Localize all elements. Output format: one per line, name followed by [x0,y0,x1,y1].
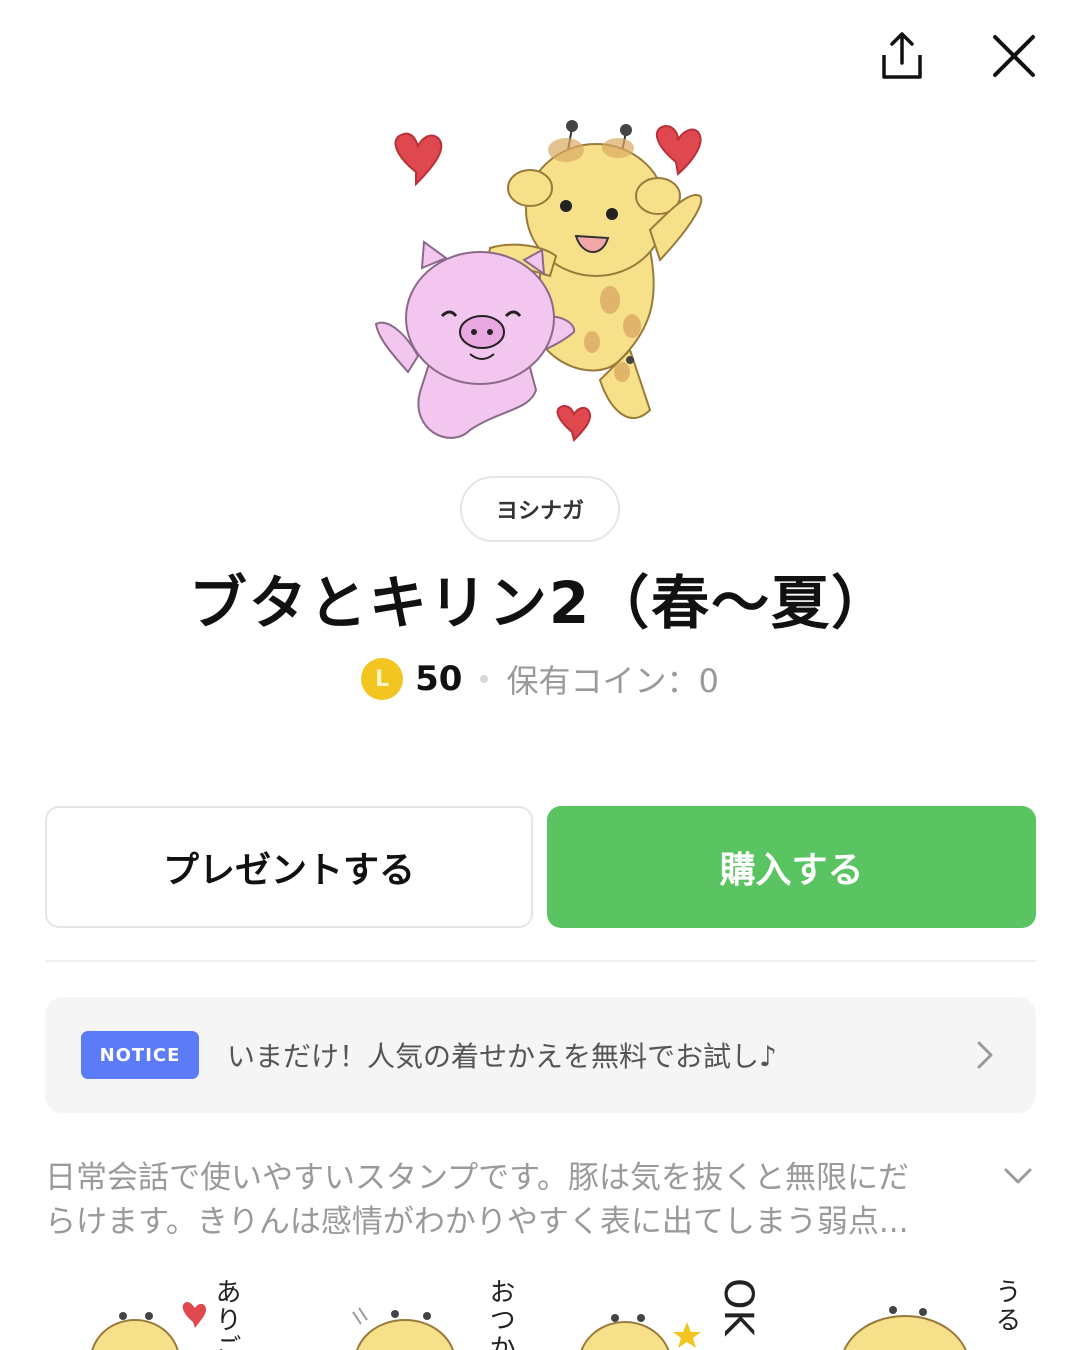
divider [45,960,1036,962]
owned-coins: 保有コイン：0 [506,662,719,700]
sticker-caption: おつか [485,1278,515,1350]
price-value: 50 [415,659,463,699]
author-name: ヨシナガ [495,499,584,524]
notice-text: いまだけ！人気の着せかえを無料でお試し♪ [227,1040,777,1073]
heart-icon [655,124,702,176]
sticker-caption: うる [991,1278,1021,1334]
gift-button-label: プレゼントする [162,850,415,891]
chevron-down-icon [1004,1168,1032,1184]
sticker-thumbnail[interactable]: おつか [295,1270,525,1350]
sticker-caption: OK [715,1278,761,1336]
sticker-preview-grid: ありご おつか OK うる [45,1270,1036,1350]
description: 日常会話で使いやすいスタンプです。豚は気を抜くと無限にだ らけます。きりんは感情… [45,1156,975,1244]
pig-character [374,240,576,439]
coin-letter: L [375,666,390,692]
buy-button[interactable]: 購入する [547,806,1036,928]
close-button[interactable] [982,24,1046,88]
share-button[interactable] [870,24,934,88]
sticker-caption: ありご [211,1278,241,1350]
sticker-thumbnail[interactable]: ありご [45,1270,275,1350]
product-title: ブタとキリン2（春〜夏） [188,569,892,637]
separator-dot [480,675,489,683]
author-link[interactable]: ヨシナガ [460,476,620,542]
close-icon [993,35,1035,77]
description-line: らけます。きりんは感情がわかりやすく表に出てしまう弱点... [45,1204,909,1240]
price-row: L 50 保有コイン：0 [0,656,1080,702]
chevron-right-icon [970,1040,1000,1070]
share-icon [882,32,922,79]
notice-banner[interactable]: NOTICE いまだけ！人気の着せかえを無料でお試し♪ [45,997,1036,1113]
heart-icon [394,132,443,187]
sticker-thumbnail[interactable]: うる [815,1270,1036,1350]
coin-icon: L [361,658,404,700]
expand-description-button[interactable] [1000,1158,1036,1194]
notice-badge: NOTICE [81,1031,199,1079]
gift-button[interactable]: プレゼントする [45,806,533,928]
description-line: 日常会話で使いやすいスタンプです。豚は気を抜くと無限にだ [45,1160,909,1196]
sticker-main-image [374,120,703,442]
sticker-thumbnail[interactable]: OK [555,1270,785,1350]
heart-icon [556,404,592,442]
buy-button-label: 購入する [719,850,864,891]
